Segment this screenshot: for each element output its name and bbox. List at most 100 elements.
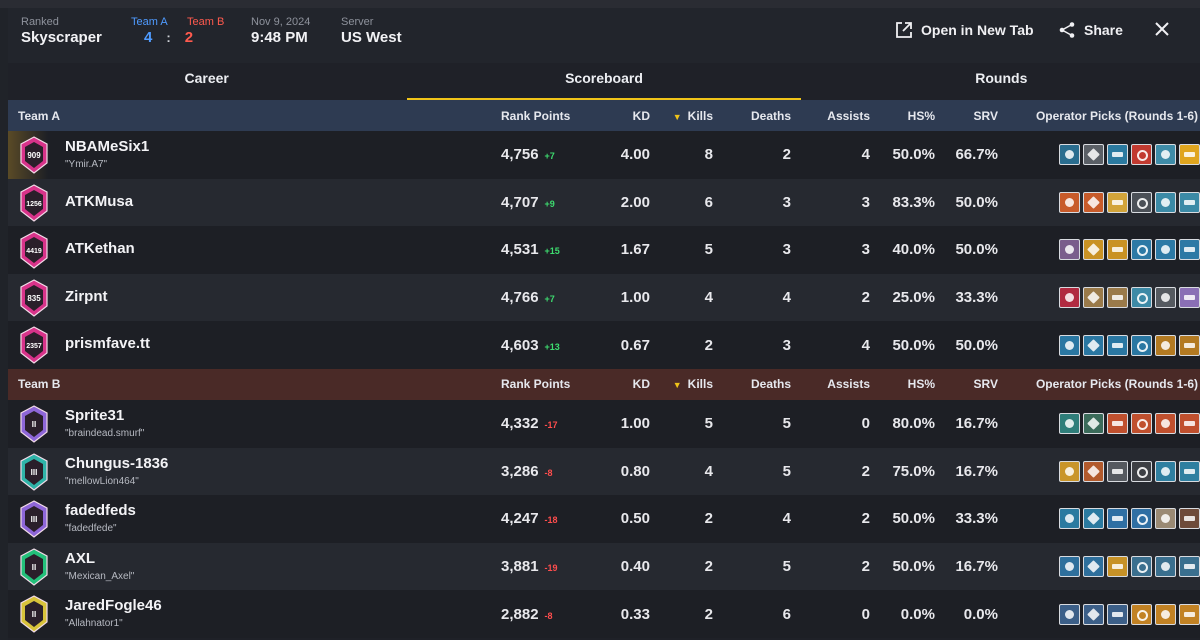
operator-icon[interactable]	[1179, 556, 1200, 578]
player-row[interactable]: II JaredFogle46 "Allahnator1" 2,882 -8 0…	[8, 590, 1200, 638]
tab-rounds[interactable]: Rounds	[803, 63, 1200, 100]
player-name[interactable]: fadedfeds	[65, 502, 136, 519]
operator-icon[interactable]	[1179, 603, 1200, 625]
col-kills[interactable]: ▼ Kills	[650, 377, 713, 391]
close-button[interactable]	[1154, 21, 1170, 37]
operator-icon[interactable]	[1059, 334, 1080, 356]
operator-icon[interactable]	[1131, 508, 1152, 530]
operator-icon[interactable]	[1083, 556, 1104, 578]
operator-icon[interactable]	[1179, 508, 1200, 530]
operator-icon[interactable]	[1083, 334, 1104, 356]
col-assists[interactable]: Assists	[791, 377, 870, 391]
operator-icon[interactable]	[1107, 144, 1128, 166]
player-row[interactable]: 4419 ATKethan 4,531 +15 1.67 5 3 3 40.0%…	[8, 226, 1200, 274]
operator-icon[interactable]	[1155, 287, 1176, 309]
operator-icon[interactable]	[1155, 413, 1176, 435]
operator-icon[interactable]	[1155, 144, 1176, 166]
player-name[interactable]: prismfave.tt	[65, 335, 150, 352]
tab-scoreboard[interactable]: Scoreboard	[405, 63, 802, 100]
col-kd[interactable]: KD	[578, 377, 650, 391]
operator-icon[interactable]	[1059, 191, 1080, 213]
player-row[interactable]: III Chungus-1836 "mellowLion464" 3,286 -…	[8, 447, 1200, 496]
operator-icon[interactable]	[1155, 334, 1176, 356]
player-name[interactable]: JaredFogle46	[65, 597, 162, 614]
player-name[interactable]: ATKethan	[65, 240, 135, 257]
player-row[interactable]: III fadedfeds "fadedfede" 4,247 -18 0.50…	[8, 495, 1200, 543]
player-name[interactable]: AXL	[65, 550, 95, 567]
player-row[interactable]: 1256 ATKMusa 4,707 +9 2.00 6 3 3 83.3% 5…	[8, 178, 1200, 227]
operator-icon[interactable]	[1083, 144, 1104, 166]
operator-icon[interactable]	[1131, 144, 1152, 166]
col-srv[interactable]: SRV	[935, 109, 998, 123]
operator-icon[interactable]	[1059, 287, 1080, 309]
operator-icon[interactable]	[1155, 460, 1176, 482]
operator-icon[interactable]	[1107, 603, 1128, 625]
operator-icon[interactable]	[1131, 334, 1152, 356]
tab-career[interactable]: Career	[8, 63, 405, 100]
operator-icon[interactable]	[1131, 191, 1152, 213]
operator-icon[interactable]	[1179, 413, 1200, 435]
share-button[interactable]: Share	[1058, 21, 1123, 39]
operator-icon[interactable]	[1155, 556, 1176, 578]
operator-icon[interactable]	[1155, 191, 1176, 213]
operator-icon[interactable]	[1107, 460, 1128, 482]
operator-icon[interactable]	[1083, 239, 1104, 261]
operator-icon[interactable]	[1107, 413, 1128, 435]
operator-icon[interactable]	[1059, 460, 1080, 482]
col-deaths[interactable]: Deaths	[713, 109, 791, 123]
operator-icon[interactable]	[1083, 603, 1104, 625]
col-hs[interactable]: HS%	[870, 109, 935, 123]
col-assists[interactable]: Assists	[791, 109, 870, 123]
operator-icon[interactable]	[1155, 508, 1176, 530]
operator-icon[interactable]	[1179, 460, 1200, 482]
operator-icon[interactable]	[1107, 287, 1128, 309]
player-row[interactable]: 909 NBAMeSix1 "Ymir.A7" 4,756 +7 4.00 8 …	[8, 131, 1200, 179]
col-rank-points[interactable]: Rank Points	[414, 109, 578, 123]
operator-icon[interactable]	[1155, 239, 1176, 261]
player-name[interactable]: Sprite31	[65, 407, 124, 424]
player-row[interactable]: II Sprite31 "braindead.smurf" 4,332 -17 …	[8, 399, 1200, 448]
operator-icon[interactable]	[1131, 460, 1152, 482]
player-row[interactable]: II AXL "Mexican_Axel" 3,881 -19 0.40 2 5…	[8, 542, 1200, 591]
player-name[interactable]: Chungus-1836	[65, 455, 168, 472]
player-row[interactable]: 2357 prismfave.tt 4,603 +13 0.67 2 3 4 5…	[8, 321, 1200, 369]
operator-icon[interactable]	[1107, 239, 1128, 261]
operator-icon[interactable]	[1107, 508, 1128, 530]
operator-icon[interactable]	[1131, 556, 1152, 578]
operator-icon[interactable]	[1083, 287, 1104, 309]
operator-icon[interactable]	[1083, 191, 1104, 213]
operator-icon[interactable]	[1059, 508, 1080, 530]
col-hs[interactable]: HS%	[870, 377, 935, 391]
operator-icon[interactable]	[1179, 144, 1200, 166]
operator-icon[interactable]	[1083, 508, 1104, 530]
operator-icon[interactable]	[1179, 239, 1200, 261]
operator-icon[interactable]	[1059, 556, 1080, 578]
operator-icon[interactable]	[1131, 239, 1152, 261]
col-rank-points[interactable]: Rank Points	[414, 377, 578, 391]
col-kd[interactable]: KD	[578, 109, 650, 123]
operator-icon[interactable]	[1059, 603, 1080, 625]
open-new-tab-button[interactable]: Open in New Tab	[895, 21, 1034, 39]
operator-icon[interactable]	[1131, 603, 1152, 625]
player-name[interactable]: NBAMeSix1	[65, 138, 149, 155]
operator-icon[interactable]	[1107, 334, 1128, 356]
col-deaths[interactable]: Deaths	[713, 377, 791, 391]
player-row[interactable]: 835 Zirpnt 4,766 +7 1.00 4 4 2 25.0% 33.…	[8, 273, 1200, 322]
operator-icon[interactable]	[1179, 334, 1200, 356]
operator-icon[interactable]	[1083, 413, 1104, 435]
player-name[interactable]: ATKMusa	[65, 193, 133, 210]
col-kills[interactable]: ▼ Kills	[650, 109, 713, 123]
operator-icon[interactable]	[1131, 287, 1152, 309]
operator-icon[interactable]	[1155, 603, 1176, 625]
operator-icon[interactable]	[1059, 239, 1080, 261]
operator-icon[interactable]	[1059, 413, 1080, 435]
operator-icon[interactable]	[1179, 191, 1200, 213]
player-name[interactable]: Zirpnt	[65, 288, 108, 305]
operator-icon[interactable]	[1059, 144, 1080, 166]
col-srv[interactable]: SRV	[935, 377, 998, 391]
operator-icon[interactable]	[1083, 460, 1104, 482]
operator-icon[interactable]	[1131, 413, 1152, 435]
operator-icon[interactable]	[1107, 191, 1128, 213]
operator-icon[interactable]	[1179, 287, 1200, 309]
operator-icon[interactable]	[1107, 556, 1128, 578]
